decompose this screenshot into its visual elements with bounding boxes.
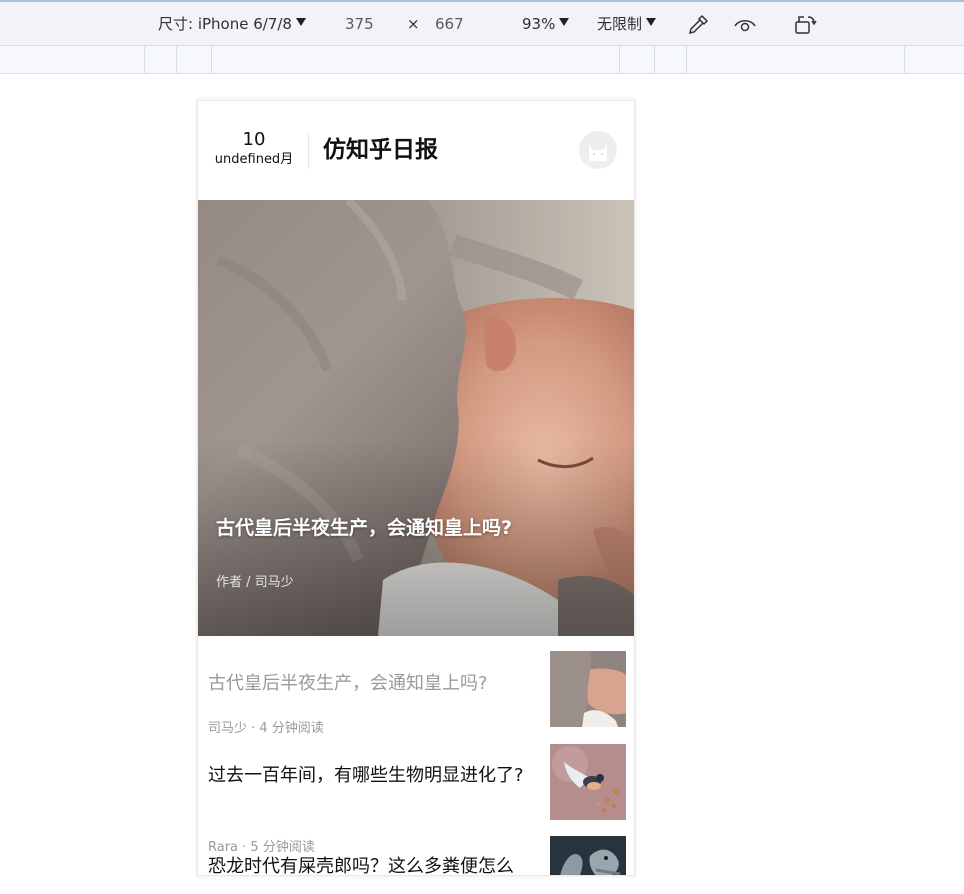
date-month: undefined月	[214, 152, 294, 167]
caret-down-icon	[646, 18, 657, 26]
app-header: 10 undefined月 仿知乎日报	[198, 101, 634, 201]
throttle-label: 无限制	[597, 15, 643, 33]
rotate-device-icon[interactable]	[793, 13, 817, 37]
zoom-label: 93%	[522, 15, 556, 33]
story-thumbnail[interactable]	[550, 744, 626, 820]
device-label: 尺寸: iPhone 6/7/8	[158, 15, 292, 33]
caret-down-icon	[559, 18, 570, 26]
hero-author: 作者 / 司马少	[216, 575, 294, 590]
width-input[interactable]: 375	[345, 14, 374, 34]
story-title[interactable]: 恐龙时代有屎壳郎吗？这么多粪便怎么	[208, 854, 538, 875]
zoom-selector[interactable]: 93%	[522, 14, 570, 34]
header-divider	[308, 133, 309, 169]
hero-title[interactable]: 古代皇后半夜生产，会通知皇上吗?	[216, 514, 616, 542]
user-avatar[interactable]	[579, 131, 617, 169]
story-title[interactable]: 古代皇后半夜生产，会通知皇上吗?	[208, 671, 528, 697]
avatar-cat-icon	[579, 131, 617, 169]
list-item[interactable]: 恐龙时代有屎壳郎吗？这么多粪便怎么	[198, 836, 634, 875]
thumb-sleeping-baby	[550, 651, 626, 727]
story-thumbnail[interactable]	[550, 651, 626, 727]
list-item[interactable]: 古代皇后半夜生产，会通知皇上吗? 司马少 · 4 分钟阅读	[198, 649, 634, 736]
device-selector[interactable]: 尺寸: iPhone 6/7/8	[158, 14, 306, 34]
app-title: 仿知乎日报	[323, 137, 438, 163]
hero-banner[interactable]: 古代皇后半夜生产，会通知皇上吗? 作者 / 司马少	[198, 200, 634, 636]
thumb-bird	[550, 744, 626, 820]
height-input[interactable]: 667	[435, 14, 464, 34]
throttle-selector[interactable]: 无限制	[597, 14, 657, 34]
story-title[interactable]: 过去一百年间，有哪些生物明显进化了?	[208, 763, 528, 789]
eye-icon[interactable]	[733, 13, 757, 37]
thumb-lizard	[550, 836, 626, 875]
story-meta: 司马少 · 4 分钟阅读	[208, 721, 324, 736]
dimension-times: ×	[407, 15, 420, 33]
eyedropper-icon[interactable]	[686, 13, 710, 37]
list-item[interactable]: 过去一百年间，有哪些生物明显进化了? Rara · 5 分钟阅读	[198, 741, 634, 855]
devtools-device-toolbar: 尺寸: iPhone 6/7/8 375 × 667 93% 无限制	[0, 0, 964, 46]
caret-down-icon	[295, 18, 306, 26]
device-viewport: 10 undefined月 仿知乎日报 古代皇后半夜生产，会通知皇上吗? 作者 …	[197, 100, 635, 876]
story-thumbnail[interactable]	[550, 836, 626, 875]
carousel-indicator[interactable]	[400, 626, 430, 630]
media-query-ruler	[0, 46, 964, 74]
header-date: 10 undefined月	[208, 129, 300, 169]
date-day: 10	[242, 129, 266, 150]
